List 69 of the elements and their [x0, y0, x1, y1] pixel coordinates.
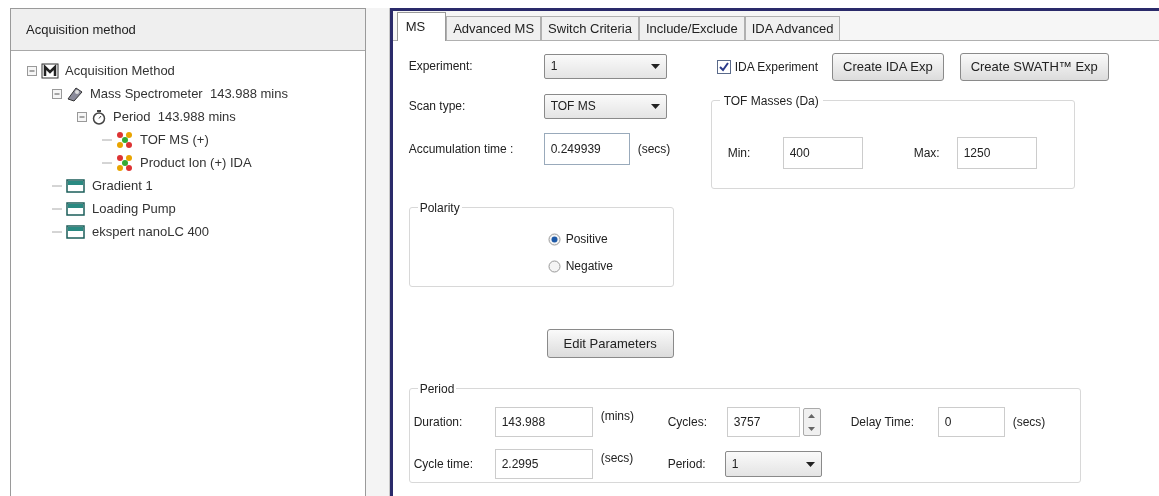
- radio-button[interactable]: [547, 232, 561, 246]
- dropdown-value: TOF MS: [550, 98, 596, 115]
- dropdown-value: 1: [550, 58, 558, 75]
- collapse-icon[interactable]: [77, 111, 87, 122]
- method-icon: [41, 62, 59, 79]
- field-label: Cycles:: [667, 414, 708, 431]
- tree-item[interactable]: Gradient 1: [92, 175, 153, 196]
- tree-item[interactable]: Period 143.988 mins: [113, 106, 236, 127]
- instrument-icon: [66, 85, 84, 102]
- max-mass-field[interactable]: 1250: [956, 137, 1037, 169]
- min-mass-field[interactable]: 400: [782, 137, 863, 169]
- spinner[interactable]: [802, 408, 821, 436]
- radio-label: Positive: [565, 231, 608, 248]
- unit-label: (secs): [637, 141, 671, 158]
- field-label: Duration:: [413, 414, 464, 431]
- accumulation-time-field[interactable]: 0.249939: [543, 133, 630, 165]
- action-button[interactable]: Create IDA Exp: [832, 53, 944, 81]
- molecule-icon: [116, 153, 134, 172]
- pump-icon: [66, 177, 86, 194]
- tab[interactable]: IDA Advanced: [744, 16, 841, 40]
- pump-icon: [66, 200, 86, 217]
- check-icon: [718, 62, 729, 72]
- stopwatch-icon: [91, 108, 107, 125]
- dropdown-value: 1: [731, 456, 739, 473]
- scan-type-dropdown[interactable]: TOF MS: [543, 93, 667, 119]
- molecule-icon: [116, 130, 134, 149]
- tab[interactable]: MS: [396, 12, 447, 41]
- unit-label: (secs): [1012, 414, 1046, 431]
- dropdown-arrow-icon: [650, 63, 660, 69]
- tree-item[interactable]: Product Ion (+) IDA: [140, 152, 252, 173]
- dropdown-arrow-icon: [805, 461, 815, 467]
- action-button[interactable]: Create SWATH™ Exp: [959, 53, 1109, 81]
- up-arrow-icon: [808, 413, 816, 418]
- tab[interactable]: Advanced MS: [446, 16, 542, 40]
- tree-item[interactable]: TOF MS (+): [140, 129, 209, 150]
- tree-item[interactable]: Acquisition Method: [65, 60, 175, 81]
- tab[interactable]: Switch Criteria: [541, 16, 639, 40]
- field-label: Accumulation time :: [408, 141, 515, 158]
- panel-title: Acquisition method: [26, 20, 136, 39]
- field-label: Min:: [727, 145, 752, 162]
- duration-field[interactable]: 143.988: [494, 407, 593, 437]
- period-dropdown[interactable]: 1: [724, 451, 822, 477]
- tab[interactable]: Include/Exclude: [638, 16, 745, 40]
- cycle-time-field[interactable]: 2.2995: [494, 449, 593, 479]
- radio-button[interactable]: [547, 259, 561, 273]
- radio-label: Negative: [565, 258, 614, 275]
- collapse-icon[interactable]: [27, 65, 37, 76]
- splitter[interactable]: [365, 8, 390, 496]
- edit-parameters-button[interactable]: Edit Parameters: [546, 329, 674, 358]
- down-arrow-icon: [808, 426, 816, 431]
- field-label: Scan type:: [408, 98, 467, 115]
- field-label: Max:: [913, 145, 941, 162]
- dropdown-arrow-icon: [650, 103, 660, 109]
- pump-icon: [66, 223, 86, 240]
- unit-label: (secs): [600, 450, 635, 467]
- field-label: Period:: [667, 456, 707, 473]
- delay-time-field[interactable]: 0: [937, 407, 1005, 437]
- collapse-icon[interactable]: [52, 88, 62, 99]
- cycles-field[interactable]: 3757: [726, 407, 800, 437]
- field-label: Experiment:: [408, 58, 474, 75]
- experiment-dropdown[interactable]: 1: [543, 53, 667, 79]
- field-label: Delay Time:: [850, 414, 916, 431]
- checkbox-label: IDA Experiment: [734, 59, 819, 76]
- tree-item[interactable]: ekspert nanoLC 400: [92, 221, 210, 242]
- tree-item[interactable]: Mass Spectrometer 143.988 mins: [90, 83, 288, 104]
- field-label: Cycle time:: [413, 456, 474, 473]
- checkbox[interactable]: [716, 60, 731, 74]
- tree-item[interactable]: Loading Pump: [92, 198, 176, 219]
- unit-label: (mins): [600, 408, 635, 425]
